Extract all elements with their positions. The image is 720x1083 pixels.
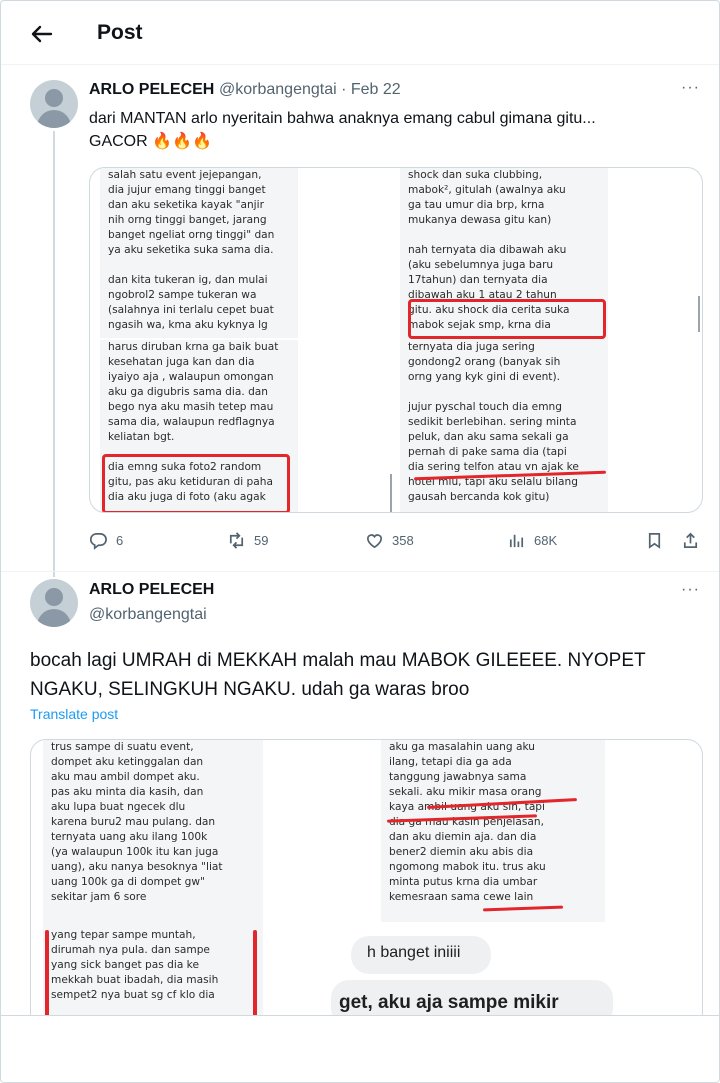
like-button[interactable]: 358 bbox=[365, 527, 414, 553]
red-highlight-box bbox=[102, 454, 290, 512]
tweet-text: dari MANTAN arlo nyeritain bahwa anaknya… bbox=[89, 107, 709, 153]
repost-count: 59 bbox=[254, 532, 269, 548]
tweet-text-line: NGAKU, SELINGKUH NGAKU. udah ga waras br… bbox=[30, 679, 470, 700]
back-button[interactable] bbox=[25, 19, 61, 49]
avatar[interactable] bbox=[30, 80, 78, 128]
chat-screenshot-text: salah satu event jejepangan, dia jujur e… bbox=[100, 168, 298, 338]
views-icon bbox=[509, 534, 524, 547]
translate-post-link[interactable]: Translate post bbox=[30, 706, 118, 722]
divider bbox=[1, 571, 719, 572]
chat-bubble: h banget iniiii bbox=[351, 936, 491, 974]
thread-line bbox=[53, 131, 55, 577]
author-name[interactable]: ARLO PELECEH bbox=[89, 581, 214, 599]
tweet-text-line: dari MANTAN arlo nyeritain bahwa anaknya… bbox=[89, 110, 596, 127]
chat-screenshot-text: yang tepar sampe muntah, dirumah nya pul… bbox=[43, 928, 263, 1028]
footer-area bbox=[1, 1016, 719, 1082]
bookmark-icon bbox=[648, 532, 661, 549]
reply-button[interactable]: 6 bbox=[89, 527, 123, 553]
views-button[interactable]: 68K bbox=[507, 527, 557, 553]
author-handle[interactable]: @korbangengtai bbox=[89, 606, 207, 624]
heart-icon bbox=[366, 533, 383, 548]
scroll-divider bbox=[390, 474, 392, 512]
repost-button[interactable]: 59 bbox=[227, 527, 268, 553]
post-page: Post ARLO PELECEH @korbangengtai · Feb 2… bbox=[0, 0, 720, 1083]
arrow-left-icon bbox=[31, 25, 53, 43]
chat-screenshot-text: ternyata dia juga sering gondong2 orang … bbox=[400, 340, 608, 512]
chat-screenshot-text: trus sampe di suatu event, dompet aku ke… bbox=[43, 740, 263, 928]
author-handle-date[interactable]: @korbangengtai · Feb 22 bbox=[219, 81, 401, 99]
share-icon bbox=[683, 532, 698, 548]
more-options-button[interactable]: ··· bbox=[681, 79, 700, 97]
share-button[interactable] bbox=[681, 527, 700, 553]
tweet-actions: 6 59 358 68K bbox=[89, 527, 709, 553]
avatar[interactable] bbox=[30, 579, 78, 627]
top-bar: Post bbox=[1, 1, 719, 65]
tweet-image[interactable]: trus sampe di suatu event, dompet aku ke… bbox=[30, 739, 703, 1029]
reply-count: 6 bbox=[116, 532, 124, 548]
views-count: 68K bbox=[534, 532, 558, 548]
more-options-button[interactable]: ··· bbox=[681, 581, 700, 599]
page-title: Post bbox=[97, 21, 143, 44]
tweet-text-line: bocah lagi UMRAH di MEKKAH malah mau MAB… bbox=[30, 650, 646, 671]
tweet-text-line: GACOR 🔥🔥🔥 bbox=[89, 133, 212, 150]
reply-icon bbox=[89, 532, 107, 550]
author-name[interactable]: ARLO PELECEH bbox=[89, 81, 214, 99]
scroll-indicator bbox=[698, 296, 700, 332]
repost-icon bbox=[229, 531, 244, 549]
bookmark-button[interactable] bbox=[645, 527, 664, 553]
tweet-text: bocah lagi UMRAH di MEKKAH malah mau MAB… bbox=[30, 646, 710, 704]
chat-screenshot-text: aku ga masalahin uang aku ilang, tetapi … bbox=[381, 740, 605, 922]
tweet-image[interactable]: salah satu event jejepangan, dia jujur e… bbox=[89, 167, 703, 513]
red-highlight-box bbox=[408, 299, 606, 339]
like-count: 358 bbox=[392, 532, 414, 548]
